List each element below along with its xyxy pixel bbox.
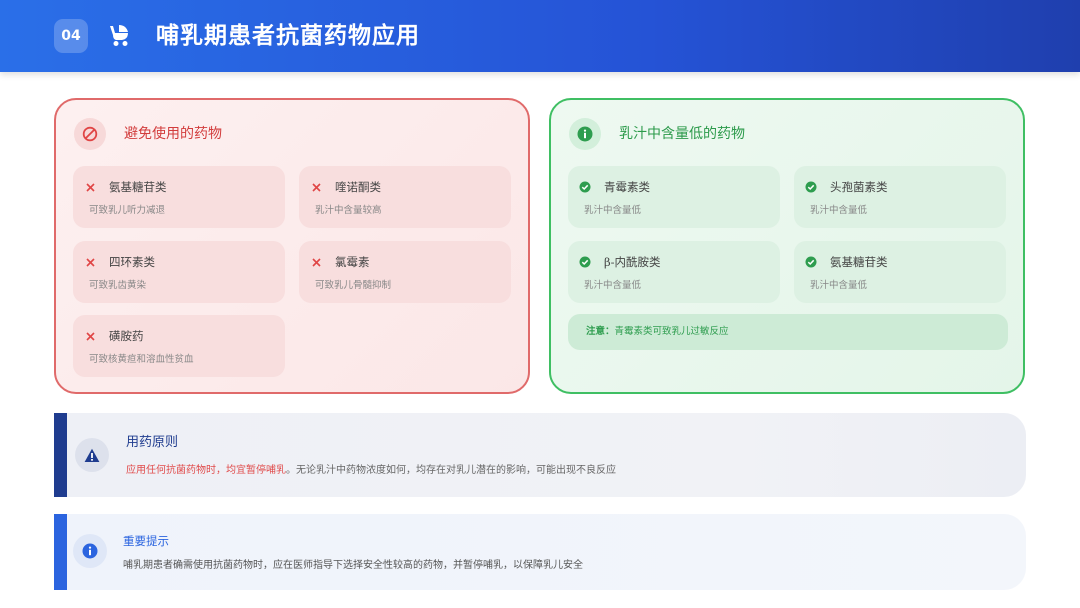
header-bar: 04 哺乳期患者抗菌药物应用 xyxy=(0,0,1080,72)
drug-desc: 可致核黄疸和溶血性贫血 xyxy=(89,354,194,365)
avoid-drug-card: 氨基糖苷类 可致乳儿听力减退 xyxy=(73,166,285,228)
info-icon xyxy=(569,118,601,150)
tip-text: 哺乳期患者确需使用抗菌药物时，应在医师指导下选择安全性较高的药物，并暂停哺乳，以… xyxy=(123,560,583,571)
drug-desc: 乳汁中含量低 xyxy=(584,280,642,291)
cross-icon xyxy=(309,255,323,269)
drug-desc: 乳汁中含量低 xyxy=(584,205,642,216)
note-box: 注意：青霉素类可致乳儿过敏反应 xyxy=(568,314,1008,350)
avoid-panel-title: 避免使用的药物 xyxy=(124,126,222,142)
warning-icon xyxy=(75,438,109,472)
page-title: 哺乳期患者抗菌药物应用 xyxy=(156,22,420,49)
check-circle-icon xyxy=(578,255,592,269)
cross-icon xyxy=(309,180,323,194)
cross-icon xyxy=(83,329,97,343)
stroller-icon xyxy=(110,25,128,46)
cross-icon xyxy=(83,255,97,269)
drug-name: 青霉素类 xyxy=(604,180,650,194)
cross-icon xyxy=(83,180,97,194)
drug-name: 磺胺药 xyxy=(109,329,144,343)
drug-name: 头孢菌素类 xyxy=(830,180,888,194)
info-circle-icon xyxy=(73,534,107,568)
avoid-drug-card: 磺胺药 可致核黄疸和溶血性贫血 xyxy=(73,315,285,377)
principle-highlight: 应用任何抗菌药物时，均宜暂停哺乳 xyxy=(126,465,286,476)
drug-desc: 乳汁中含量低 xyxy=(810,280,868,291)
low-drug-card: 头孢菌素类 乳汁中含量低 xyxy=(794,166,1006,228)
check-circle-icon xyxy=(804,255,818,269)
check-circle-icon xyxy=(578,180,592,194)
principle-rest: 。无论乳汁中药物浓度如何，均存在对乳儿潜在的影响，可能出现不良反应 xyxy=(286,465,616,476)
note-label: 注意： xyxy=(586,326,615,337)
tip-title: 重要提示 xyxy=(123,534,169,548)
section-number-badge: 04 xyxy=(54,19,88,53)
drug-name: 氨基糖苷类 xyxy=(830,255,888,269)
low-panel-title: 乳汁中含量低的药物 xyxy=(619,126,745,142)
low-drug-card: 氨基糖苷类 乳汁中含量低 xyxy=(794,241,1006,303)
drug-desc: 可致乳齿黄染 xyxy=(89,280,147,291)
drug-name: 四环素类 xyxy=(109,255,155,269)
drug-name: 氨基糖苷类 xyxy=(109,180,167,194)
avoid-drug-card: 氯霉素 可致乳儿骨髓抑制 xyxy=(299,241,511,303)
drug-desc: 可致乳儿骨髓抑制 xyxy=(315,280,392,291)
principle-title: 用药原则 xyxy=(126,435,179,450)
low-drug-card: 青霉素类 乳汁中含量低 xyxy=(568,166,780,228)
check-circle-icon xyxy=(804,180,818,194)
low-content-drugs-panel: 乳汁中含量低的药物 青霉素类 乳汁中含量低 头孢菌素类 乳汁中含量低 β-内酰胺… xyxy=(549,98,1025,394)
drug-desc: 乳汁中含量低 xyxy=(810,205,868,216)
low-drug-card: β-内酰胺类 乳汁中含量低 xyxy=(568,241,780,303)
drug-desc: 可致乳儿听力减退 xyxy=(89,205,166,216)
drug-name: β-内酰胺类 xyxy=(604,255,661,269)
avoid-drug-card: 四环素类 可致乳齿黄染 xyxy=(73,241,285,303)
note-text: 青霉素类可致乳儿过敏反应 xyxy=(614,326,729,337)
drug-name: 氯霉素 xyxy=(335,255,370,269)
tip-bar: 重要提示 哺乳期患者确需使用抗菌药物时，应在医师指导下选择安全性较高的药物，并暂… xyxy=(54,514,1026,590)
principle-bar: 用药原则 应用任何抗菌药物时，均宜暂停哺乳。无论乳汁中药物浓度如何，均存在对乳儿… xyxy=(54,413,1026,497)
drug-desc: 乳汁中含量较高 xyxy=(315,205,382,216)
avoid-drugs-panel: 避免使用的药物 氨基糖苷类 可致乳儿听力减退 喹诺酮类 乳汁中含量较高 四环素类… xyxy=(54,98,530,394)
avoid-drug-card: 喹诺酮类 乳汁中含量较高 xyxy=(299,166,511,228)
prohibited-icon xyxy=(74,118,106,150)
principle-text: 应用任何抗菌药物时，均宜暂停哺乳。无论乳汁中药物浓度如何，均存在对乳儿潜在的影响… xyxy=(126,463,616,479)
drug-name: 喹诺酮类 xyxy=(335,180,381,194)
